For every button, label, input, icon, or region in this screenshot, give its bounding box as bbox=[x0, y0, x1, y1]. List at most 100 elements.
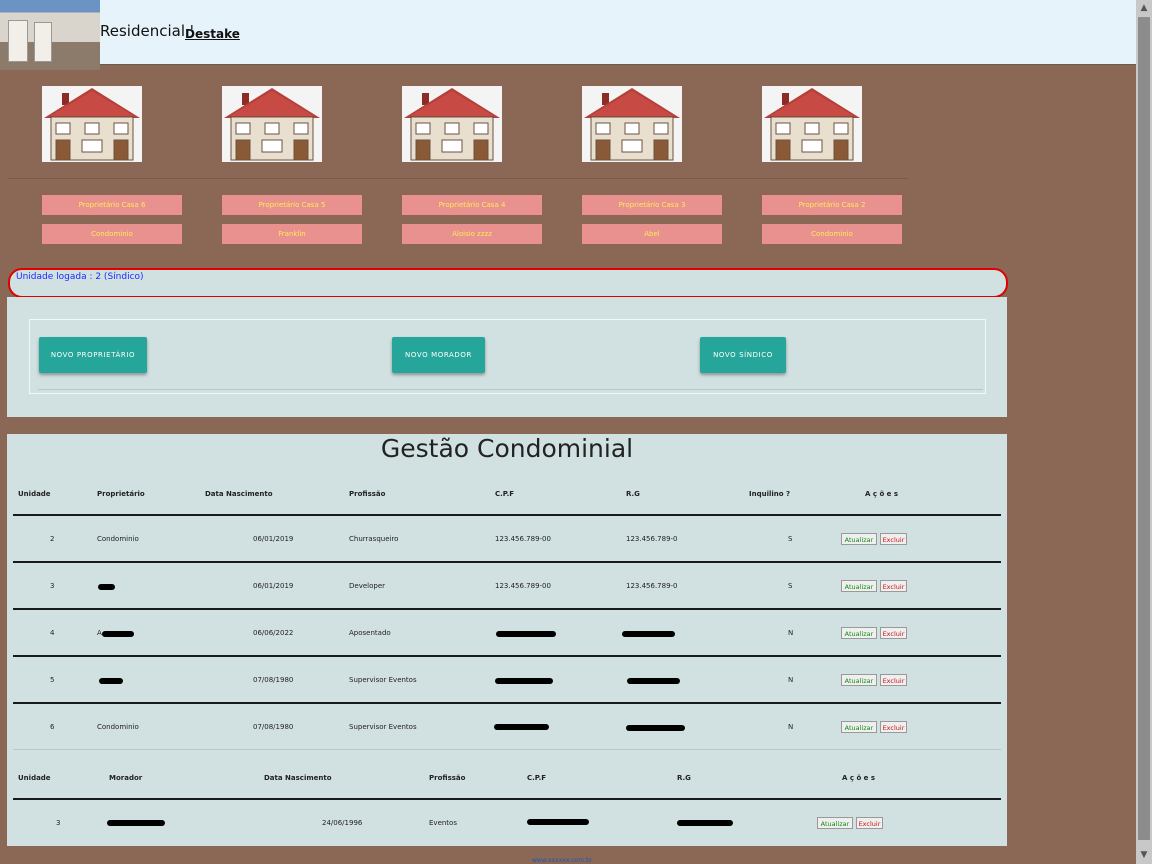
th-acoes: A ç õ e s bbox=[865, 490, 899, 498]
row-unit: 3 bbox=[50, 582, 55, 590]
update-button[interactable]: Atualizar bbox=[817, 817, 853, 829]
update-button[interactable]: Atualizar bbox=[841, 580, 877, 592]
resident-button-casa-3[interactable]: Abel bbox=[582, 224, 722, 244]
resident-button-casa-6[interactable]: Condomínio bbox=[42, 224, 182, 244]
th-unidade: Unidade bbox=[18, 774, 51, 782]
new-owner-button[interactable]: NOVO PROPRIETÁRIO bbox=[39, 337, 147, 373]
update-button[interactable]: Atualizar bbox=[841, 627, 877, 639]
actions-panel: NOVO PROPRIETÁRIO NOVO MORADOR NOVO SÍND… bbox=[7, 297, 1007, 417]
redacted-cpf bbox=[527, 819, 589, 825]
row-job: Supervisor Eventos bbox=[349, 676, 417, 684]
row-birth: 07/08/1980 bbox=[253, 676, 294, 684]
redacted-owner bbox=[98, 584, 115, 590]
th-morador: Morador bbox=[109, 774, 143, 782]
row-job: Supervisor Eventos bbox=[349, 723, 417, 731]
row-cpf: 123.456.789-00 bbox=[495, 582, 551, 590]
row-tenant: N bbox=[788, 723, 794, 731]
redacted-rg bbox=[677, 820, 733, 826]
th-rg: R.G bbox=[677, 774, 691, 782]
row-owner: Condominio bbox=[97, 535, 139, 543]
th-acoes: A ç õ e s bbox=[842, 774, 876, 782]
destake-link[interactable]: Destake bbox=[185, 27, 240, 41]
row-rg: 123.456.789-0 bbox=[626, 582, 678, 590]
redacted-cpf bbox=[494, 724, 549, 730]
row-job: Eventos bbox=[429, 819, 457, 827]
update-button[interactable]: Atualizar bbox=[841, 674, 877, 686]
update-button[interactable]: Atualizar bbox=[841, 533, 877, 545]
th-profissao: Profissão bbox=[429, 774, 466, 782]
row-unit: 6 bbox=[50, 723, 55, 731]
row-job: Churrasqueiro bbox=[349, 535, 399, 543]
vertical-scrollbar[interactable]: ▲ ▼ bbox=[1136, 0, 1152, 864]
th-cpf: C.P.F bbox=[527, 774, 547, 782]
management-panel: Gestão Condominial Unidade Proprietário … bbox=[7, 434, 1007, 846]
logged-unit-status: Unidade logada : 2 (Síndico) bbox=[8, 268, 1008, 298]
table-divider bbox=[13, 749, 1001, 750]
row-tenant: N bbox=[788, 676, 794, 684]
page-title: Gestão Condominial bbox=[380, 434, 634, 463]
owner-button-casa-2[interactable]: Proprietário Casa 2 bbox=[762, 195, 902, 215]
houses-divider bbox=[8, 178, 908, 179]
th-unidade: Unidade bbox=[18, 490, 51, 498]
redacted-rg bbox=[622, 631, 675, 637]
actions-card bbox=[29, 319, 986, 394]
row-unit: 3 bbox=[56, 819, 61, 827]
resident-button-casa-2[interactable]: Condominio bbox=[762, 224, 902, 244]
row-tenant: N bbox=[788, 629, 794, 637]
house-icon[interactable] bbox=[402, 86, 502, 162]
row-cpf: 123.456.789-00 bbox=[495, 535, 551, 543]
redacted-cpf bbox=[495, 678, 553, 684]
owner-button-casa-4[interactable]: Proprietário Casa 4 bbox=[402, 195, 542, 215]
table-divider bbox=[13, 561, 1001, 563]
th-cpf: C.P.F bbox=[495, 490, 515, 498]
table-divider bbox=[13, 655, 1001, 657]
row-owner: Condominio bbox=[97, 723, 139, 731]
delete-button[interactable]: Excluir bbox=[856, 817, 883, 829]
owner-button-casa-6[interactable]: Proprietário Casa 6 bbox=[42, 195, 182, 215]
scrollbar-thumb[interactable] bbox=[1138, 17, 1150, 840]
top-header: Residencial ' Destake bbox=[0, 0, 1136, 70]
scroll-down-icon[interactable]: ▼ bbox=[1136, 847, 1152, 864]
scroll-up-icon[interactable]: ▲ bbox=[1136, 0, 1152, 17]
footer-link[interactable]: www.xxxxxx.com.br bbox=[532, 857, 592, 864]
resident-button-casa-4[interactable]: Aloisio zzzz bbox=[402, 224, 542, 244]
th-inquilino: Inquilino ? bbox=[749, 490, 791, 498]
row-job: Developer bbox=[349, 582, 386, 590]
row-unit: 5 bbox=[50, 676, 55, 684]
th-rg: R.G bbox=[626, 490, 640, 498]
th-proprietario: Proprietário bbox=[97, 490, 145, 498]
table-divider bbox=[13, 514, 1001, 516]
row-birth: 06/06/2022 bbox=[253, 629, 294, 637]
delete-button[interactable]: Excluir bbox=[880, 580, 907, 592]
th-data-nascimento: Data Nascimento bbox=[264, 774, 332, 782]
row-unit: 4 bbox=[50, 629, 55, 637]
resident-button-casa-5[interactable]: Franklin bbox=[222, 224, 362, 244]
row-tenant: S bbox=[788, 535, 793, 543]
row-tenant: S bbox=[788, 582, 793, 590]
new-resident-button[interactable]: NOVO MORADOR bbox=[392, 337, 485, 373]
redacted-owner bbox=[99, 678, 123, 684]
delete-button[interactable]: Excluir bbox=[880, 674, 907, 686]
th-data-nascimento: Data Nascimento bbox=[205, 490, 273, 498]
update-button[interactable]: Atualizar bbox=[841, 721, 877, 733]
house-icon[interactable] bbox=[762, 86, 862, 162]
house-icon[interactable] bbox=[582, 86, 682, 162]
row-birth: 06/01/2019 bbox=[253, 582, 294, 590]
th-profissao: Profissão bbox=[349, 490, 386, 498]
delete-button[interactable]: Excluir bbox=[880, 533, 907, 545]
delete-button[interactable]: Excluir bbox=[880, 721, 907, 733]
house-icon[interactable] bbox=[42, 86, 142, 162]
building-photo bbox=[0, 0, 100, 70]
table-divider bbox=[13, 702, 1001, 704]
logged-unit-text: Unidade logada : 2 (Síndico) bbox=[16, 272, 144, 282]
new-manager-button[interactable]: NOVO SÍNDICO bbox=[700, 337, 786, 373]
actions-divider bbox=[38, 389, 983, 390]
owner-button-casa-3[interactable]: Proprietário Casa 3 bbox=[582, 195, 722, 215]
owner-button-casa-5[interactable]: Proprietário Casa 5 bbox=[222, 195, 362, 215]
table-divider bbox=[13, 608, 1001, 610]
delete-button[interactable]: Excluir bbox=[880, 627, 907, 639]
redacted-rg bbox=[626, 725, 685, 731]
row-birth: 24/06/1996 bbox=[322, 819, 363, 827]
redacted-resident-name bbox=[107, 820, 165, 826]
house-icon[interactable] bbox=[222, 86, 322, 162]
